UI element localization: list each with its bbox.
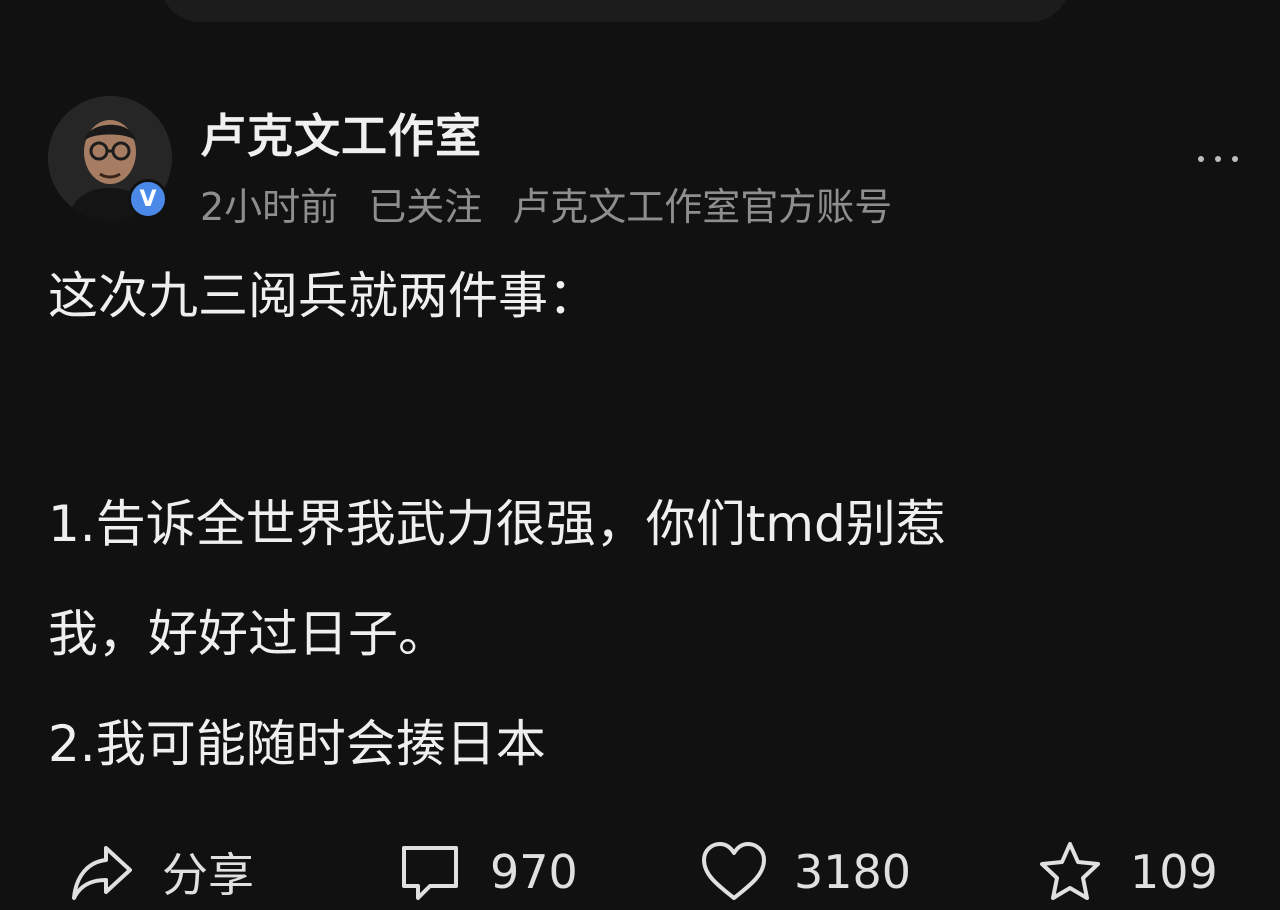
top-search-bar <box>160 0 1070 22</box>
star-icon <box>1040 842 1100 900</box>
post-point-1-line-2: 我，好好过日子。 <box>48 605 448 663</box>
share-button[interactable]: 分享 <box>68 838 254 906</box>
comment-icon <box>402 846 458 900</box>
like-button[interactable]: 3180 <box>700 838 911 906</box>
action-bar: 分享 970 3180 109 <box>0 830 1280 910</box>
post-intro: 这次九三阅兵就两件事： <box>48 267 598 325</box>
share-label: 分享 <box>162 848 254 902</box>
post-header: V 卢克文工作室 2小时前 已关注 卢克文工作室官方账号 <box>48 96 1238 229</box>
comment-count: 970 <box>490 845 578 899</box>
post-meta: 2小时前 已关注 卢克文工作室官方账号 <box>200 176 892 231</box>
favorite-button[interactable]: 109 <box>1036 838 1218 906</box>
author-description: 卢克文工作室官方账号 <box>512 185 893 229</box>
favorite-count: 109 <box>1130 845 1218 899</box>
like-count: 3180 <box>794 845 912 899</box>
post-point-2: 2.我可能随时会揍日本 <box>48 715 546 773</box>
verified-badge-icon: V <box>128 179 168 219</box>
follow-status[interactable]: 已关注 <box>368 176 482 231</box>
heart-icon <box>702 842 766 900</box>
post-point-1-line-1: 1.告诉全世界我武力很强，你们tmd别惹 <box>48 495 946 553</box>
comment-button[interactable]: 970 <box>396 838 578 906</box>
author-name[interactable]: 卢克文工作室 <box>200 100 482 166</box>
post-time: 2小时前 <box>200 185 339 229</box>
share-icon <box>72 846 132 900</box>
more-options-icon[interactable] <box>1198 144 1238 174</box>
